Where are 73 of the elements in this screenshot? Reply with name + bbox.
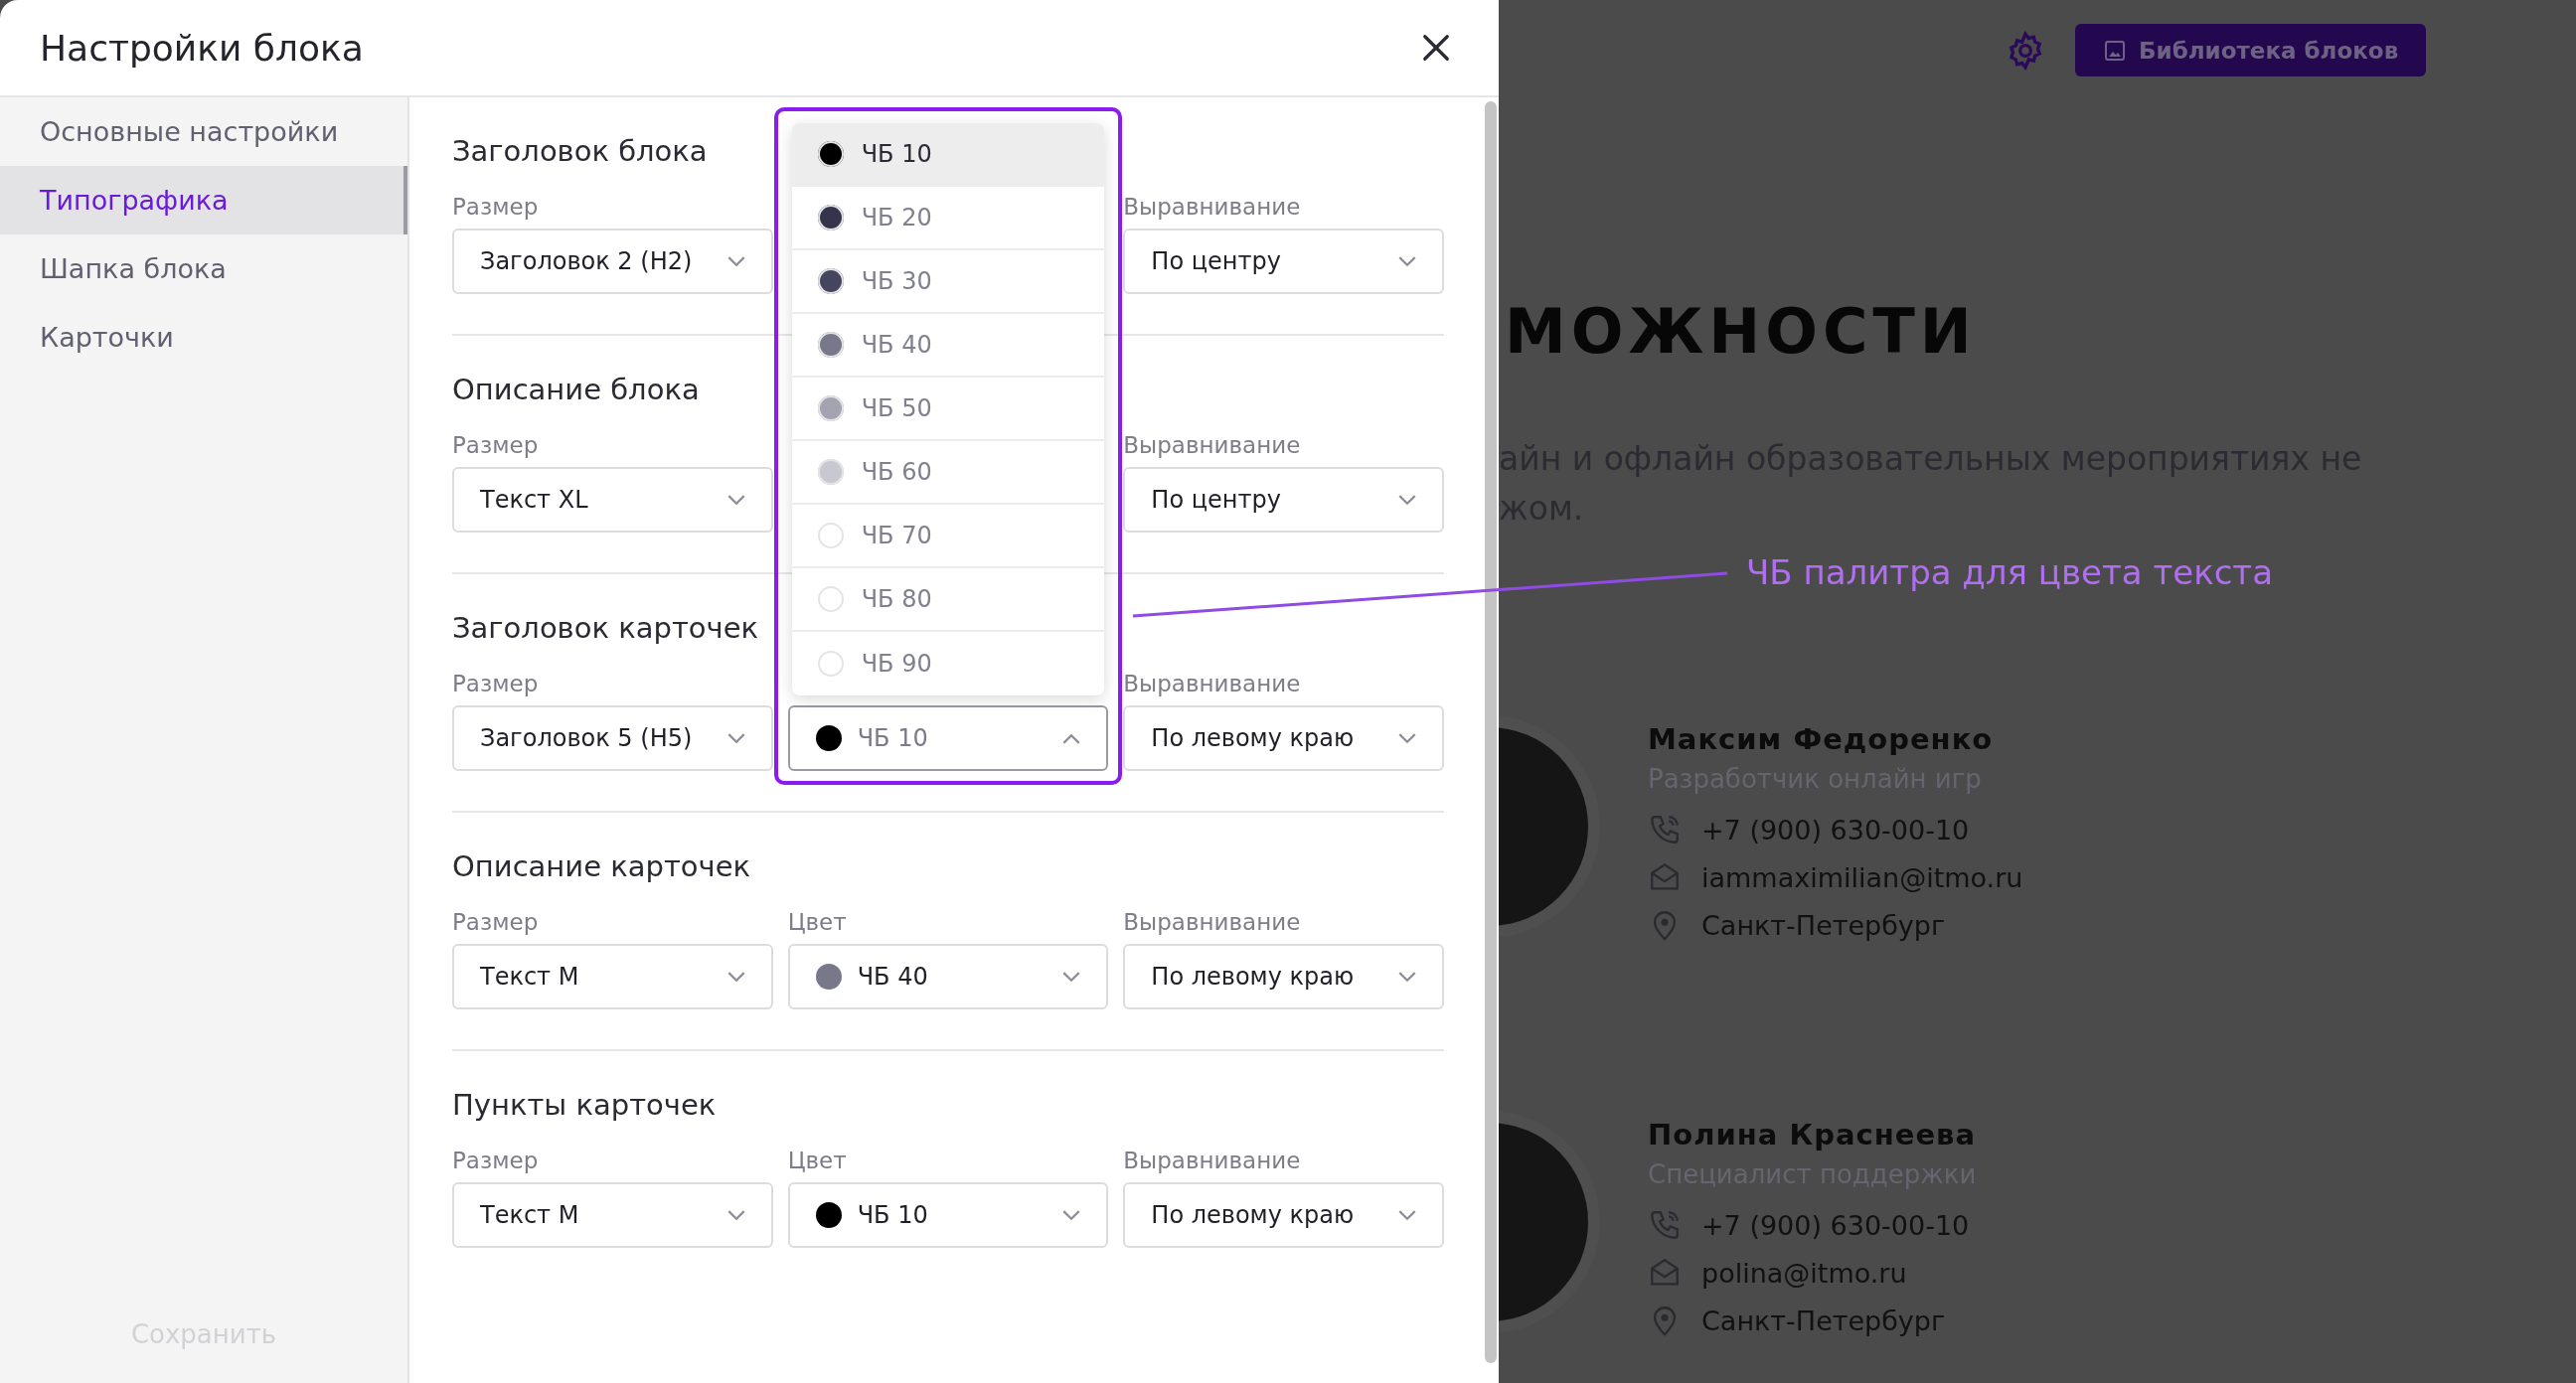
person-name: Максим Федоренко <box>1648 722 1994 756</box>
chevron-icon <box>1062 971 1081 983</box>
field-label: Размер <box>452 193 539 222</box>
dropdown-option[interactable]: ЧБ 90 <box>791 632 1105 695</box>
select-field[interactable]: По левому краю <box>1123 705 1444 771</box>
field-label: Размер <box>452 431 539 460</box>
select-field[interactable]: Текст XL <box>452 467 773 533</box>
phone-number: +7 (900) 630-00-10 <box>1701 814 1970 845</box>
phone-number: +7 (900) 630-00-10 <box>1701 1209 1970 1241</box>
annotation-label: ЧБ палитра для цвета текста <box>1746 552 2273 592</box>
select-field[interactable]: По центру <box>1123 467 1444 533</box>
phone-icon <box>1648 1208 1682 1242</box>
select-field[interactable]: По центру <box>1123 229 1444 294</box>
person-name: Полина Краснеева <box>1648 1118 1976 1152</box>
dropdown-option[interactable]: ЧБ 50 <box>791 378 1105 441</box>
block-library-button[interactable]: Библиотека блоков <box>2075 24 2427 77</box>
chevron-icon <box>726 1209 745 1221</box>
chevron-icon <box>1398 1209 1416 1221</box>
section-heading: Заголовок блока <box>452 133 708 170</box>
dropdown-option[interactable]: ЧБ 70 <box>791 505 1105 568</box>
field-label: Цвет <box>787 1147 847 1175</box>
sidebar-item[interactable]: Основные настройки <box>0 97 407 166</box>
close-icon[interactable] <box>1421 33 1451 63</box>
chevron-icon <box>1398 971 1416 983</box>
field-label: Выравнивание <box>1123 193 1301 222</box>
section-heading: Заголовок карточек <box>452 610 758 647</box>
chevron-icon <box>726 971 745 983</box>
dropdown-option[interactable]: ЧБ 80 <box>791 568 1105 632</box>
select-field[interactable]: Текст М <box>452 1182 773 1248</box>
field-label: Размер <box>452 670 539 698</box>
chevron-icon <box>726 255 745 267</box>
dropdown-option[interactable]: ЧБ 30 <box>791 250 1105 314</box>
image-icon <box>2103 38 2127 63</box>
city-name: Санкт-Петербург <box>1701 909 1946 941</box>
chevron-icon <box>726 494 745 506</box>
field-label: Выравнивание <box>1123 1147 1301 1175</box>
scrollbar[interactable] <box>1485 101 1497 1363</box>
page-heading: МОЖНОСТИ <box>1504 295 1978 368</box>
chevron-icon <box>1062 732 1081 744</box>
dropdown-option[interactable]: ЧБ 10 <box>791 123 1105 187</box>
email-address: polina@itmo.ru <box>1701 1257 1907 1289</box>
email-address: iammaximilian@itmo.ru <box>1701 861 2023 893</box>
phone-icon <box>1648 813 1682 846</box>
field-label: Цвет <box>787 908 847 937</box>
dropdown-option[interactable]: ЧБ 60 <box>791 441 1105 505</box>
select-field[interactable]: Текст М <box>452 944 773 1009</box>
select-field[interactable]: Заголовок 5 (H5) <box>452 705 773 771</box>
section-heading: Пункты карточек <box>452 1087 717 1124</box>
section-heading: Описание блока <box>452 372 700 408</box>
select-field[interactable]: По левому краю <box>1123 944 1444 1009</box>
city-name: Санкт-Петербург <box>1701 1305 1946 1336</box>
select-field[interactable]: ЧБ 10 <box>787 1182 1109 1248</box>
field-label: Выравнивание <box>1123 670 1301 698</box>
chevron-icon <box>726 732 745 744</box>
chevron-icon <box>1062 1209 1081 1221</box>
sidebar-item[interactable]: Шапка блока <box>0 234 407 303</box>
select-field[interactable]: Заголовок 2 (H2) <box>452 229 773 294</box>
field-label: Выравнивание <box>1123 431 1301 460</box>
sidebar-item[interactable]: Карточки <box>0 303 407 372</box>
dialog-title: Настройки блока <box>40 27 364 69</box>
field-label: Выравнивание <box>1123 908 1301 937</box>
select-field[interactable]: ЧБ 10 <box>787 705 1109 771</box>
field-label: Размер <box>452 908 539 937</box>
chevron-icon <box>1398 494 1416 506</box>
dropdown-option[interactable]: ЧБ 20 <box>791 187 1105 250</box>
chevron-icon <box>1398 255 1416 267</box>
section-heading: Описание карточек <box>452 848 751 885</box>
select-field[interactable]: ЧБ 40 <box>787 944 1109 1009</box>
sidebar-item[interactable]: Типографика <box>0 166 407 234</box>
chevron-icon <box>1398 732 1416 744</box>
field-label: Размер <box>452 1147 539 1175</box>
dropdown-option[interactable]: ЧБ 40 <box>791 314 1105 378</box>
select-field[interactable]: По левому краю <box>1123 1182 1444 1248</box>
